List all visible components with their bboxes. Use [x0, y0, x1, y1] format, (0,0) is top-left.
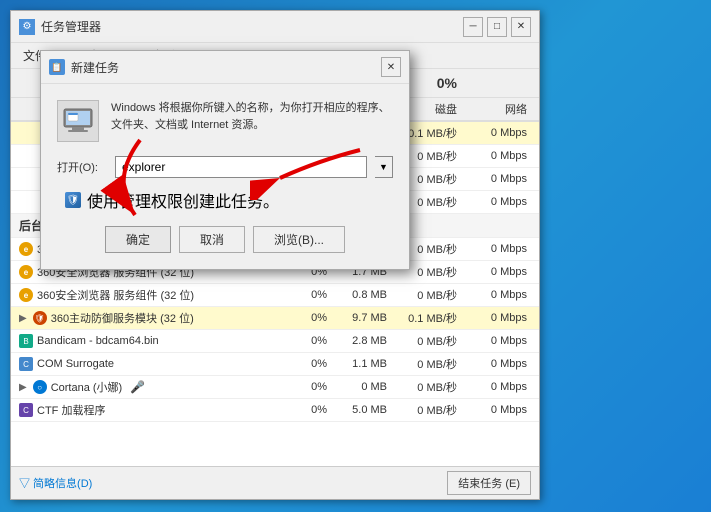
process-name-com-surrogate: COM Surrogate — [37, 358, 114, 370]
process-icon-360: e — [19, 265, 33, 279]
table-row[interactable]: C CTF 加载程序 0% 5.0 MB 0 MB/秒 0 Mbps — [11, 399, 539, 422]
dialog-title-bar: 📋 新建任务 ✕ — [41, 51, 409, 84]
expand-arrow-icon: ▶ — [19, 382, 27, 393]
process-icon-cortana: ○ — [33, 380, 47, 394]
end-task-button[interactable]: 结束任务 (E) — [447, 471, 531, 495]
ok-button[interactable]: 确定 — [105, 226, 171, 253]
table-row[interactable]: ▶ 🛡 360主动防御服务模块 (32 位) 0% 9.7 MB 0.1 MB/… — [11, 307, 539, 330]
process-icon-360main: 🛡 — [33, 311, 47, 325]
summary-toggle-label: ▽ 简略信息(D) — [19, 475, 92, 491]
process-icon-com-surrogate: C — [19, 357, 33, 371]
dialog-close-button[interactable]: ✕ — [381, 57, 401, 77]
input-dropdown-button[interactable]: ▼ — [375, 156, 393, 178]
row-net-1: 0 Mbps — [461, 127, 531, 139]
window-controls: ─ □ ✕ — [463, 17, 531, 37]
process-icon-360: e — [19, 288, 33, 302]
bottom-bar: ▽ 简略信息(D) 结束任务 (E) — [11, 466, 539, 499]
process-icon-bandicam: B — [19, 334, 33, 348]
expand-arrow-icon: ▶ — [19, 313, 27, 324]
table-row[interactable]: ▶ ○ Cortana (小娜) 🎤 0% 0 MB 0 MB/秒 0 Mbps — [11, 376, 539, 399]
shield-icon: 🛡 — [65, 192, 81, 208]
close-button[interactable]: ✕ — [511, 17, 531, 37]
red-arrow-ok — [80, 130, 200, 230]
title-bar-left: ⚙ 任务管理器 — [19, 18, 101, 35]
dialog-buttons: 确定 取消 浏览(B)... — [57, 226, 393, 253]
window-title: 任务管理器 — [41, 18, 101, 35]
minimize-button[interactable]: ─ — [463, 17, 483, 37]
process-icon-ctf: C — [19, 403, 33, 417]
sub-col-net: 网络 — [461, 100, 531, 118]
title-bar: ⚙ 任务管理器 ─ □ ✕ — [11, 11, 539, 43]
table-row[interactable]: B Bandicam - bdcam64.bin 0% 2.8 MB 0 MB/… — [11, 330, 539, 353]
table-row-com-surrogate[interactable]: C COM Surrogate 0% 1.1 MB 0 MB/秒 0 Mbps — [11, 353, 539, 376]
col-net-pct — [461, 81, 531, 85]
dialog-icon: 📋 — [49, 59, 65, 75]
table-row[interactable]: e 360安全浏览器 服务组件 (32 位) 0% 0.8 MB 0 MB/秒 … — [11, 284, 539, 307]
dialog-title: 新建任务 — [71, 59, 119, 76]
app-icon: ⚙ — [19, 19, 35, 35]
summary-toggle[interactable]: ▽ 简略信息(D) — [19, 475, 92, 491]
red-arrow-input — [250, 140, 370, 200]
cancel-button[interactable]: 取消 — [179, 226, 245, 253]
process-icon-360: e — [19, 242, 33, 256]
browse-button[interactable]: 浏览(B)... — [253, 226, 345, 253]
maximize-button[interactable]: □ — [487, 17, 507, 37]
